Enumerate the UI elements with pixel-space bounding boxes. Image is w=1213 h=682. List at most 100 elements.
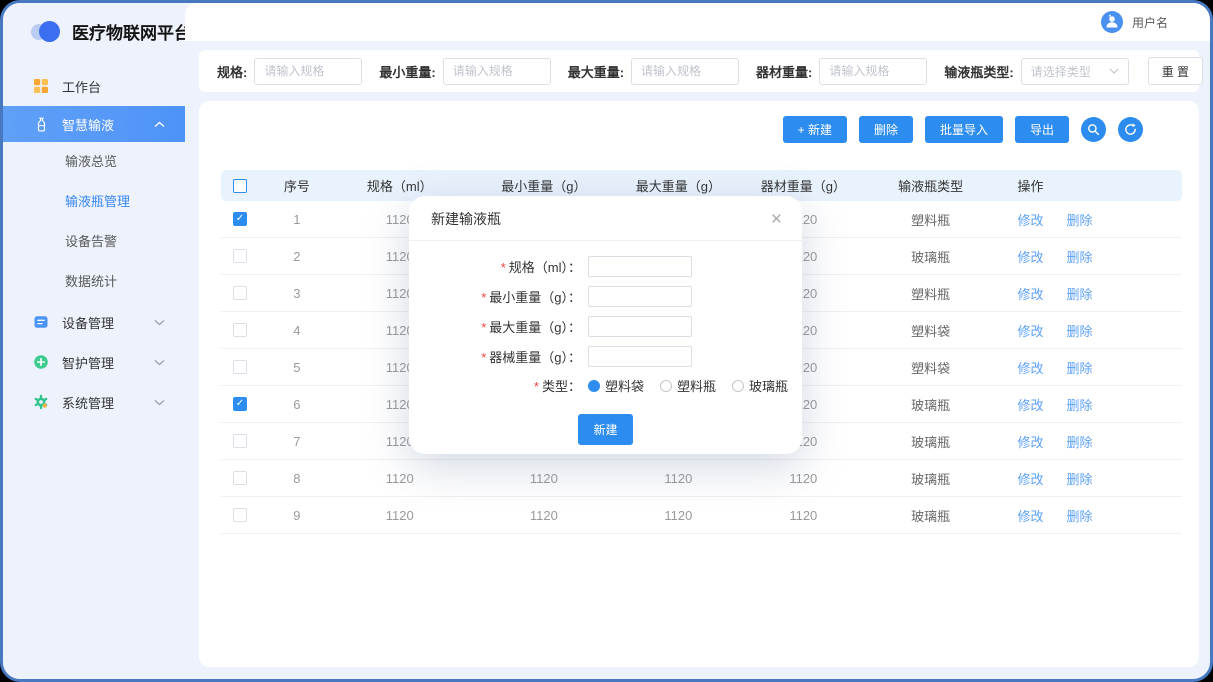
header-num: 序号 [266, 176, 328, 195]
cell-index: 2 [266, 249, 328, 264]
device-icon [33, 314, 49, 330]
close-icon[interactable]: × [771, 210, 782, 229]
modal-device-weight-input[interactable] [588, 346, 692, 367]
cell-bottle-type: 玻璃瓶 [866, 432, 996, 451]
modal-type-radio[interactable]: 玻璃瓶 [732, 376, 788, 395]
modal-submit-button[interactable]: 新建 [578, 414, 632, 445]
max-weight-input[interactable] [631, 58, 739, 85]
row-checkbox[interactable] [233, 323, 247, 337]
cell-index: 5 [266, 360, 328, 375]
edit-link[interactable]: 修改 [1018, 506, 1044, 525]
select-placeholder: 请选择类型 [1031, 63, 1091, 80]
row-checkbox[interactable] [233, 286, 247, 300]
required-marker: * [501, 260, 506, 275]
user-avatar-icon[interactable] [1101, 11, 1123, 33]
modal-field-label: *器械重量（g）： [409, 347, 581, 366]
sidebar-item-label: 系统管理 [62, 393, 114, 412]
row-checkbox[interactable] [233, 508, 247, 522]
edit-link[interactable]: 修改 [1018, 284, 1044, 303]
filter-field-spec: 规格: [217, 58, 362, 85]
modal-type-radios: 塑料袋 塑料瓶 玻璃瓶 [588, 376, 788, 395]
filter-label: 输液瓶类型: [944, 62, 1013, 81]
cell-index: 6 [266, 397, 328, 412]
sidebar-subitem-infusion-overview[interactable]: 输液总览 [3, 142, 185, 182]
row-checkbox[interactable] [233, 434, 247, 448]
reset-button[interactable]: 重 置 [1148, 57, 1203, 85]
care-plus-icon [33, 354, 49, 370]
row-checkbox[interactable] [233, 212, 247, 226]
required-marker: * [481, 320, 486, 335]
sidebar-item-label: 智护管理 [62, 353, 114, 372]
sidebar-item-system-management[interactable]: 系统管理 [3, 382, 185, 422]
delete-link[interactable]: 删除 [1067, 506, 1093, 525]
delete-button[interactable]: 删除 [859, 116, 913, 143]
radio-dot-icon [732, 380, 744, 392]
export-button[interactable]: 导出 [1015, 116, 1069, 143]
modal-spec-input[interactable] [588, 256, 692, 277]
sidebar-item-workbench[interactable]: 工作台 [3, 66, 185, 106]
spec-input[interactable] [254, 58, 362, 85]
radio-dot-icon [588, 380, 600, 392]
workbench-grid-icon [33, 78, 49, 94]
username-label[interactable]: 用户名 [1132, 14, 1168, 31]
delete-link[interactable]: 删除 [1067, 284, 1093, 303]
row-checkbox[interactable] [233, 397, 247, 411]
cell-bottle-type: 塑料瓶 [866, 210, 996, 229]
edit-link[interactable]: 修改 [1018, 210, 1044, 229]
sidebar: 医疗物联网平台 工作台 智慧输液 输液总览 输液瓶管理 设备告警 [3, 3, 185, 679]
modal-min-weight-input[interactable] [588, 286, 692, 307]
modal-type-radio[interactable]: 塑料瓶 [660, 376, 716, 395]
edit-link[interactable]: 修改 [1018, 395, 1044, 414]
delete-link[interactable]: 删除 [1067, 469, 1093, 488]
row-checkbox[interactable] [233, 471, 247, 485]
row-checkbox[interactable] [233, 249, 247, 263]
edit-link[interactable]: 修改 [1018, 469, 1044, 488]
batch-import-button[interactable]: 批量导入 [925, 116, 1003, 143]
delete-link[interactable]: 删除 [1067, 358, 1093, 377]
sidebar-item-label: 工作台 [62, 77, 101, 96]
header-op: 操作 [996, 176, 1182, 195]
delete-link[interactable]: 删除 [1067, 210, 1093, 229]
new-button[interactable]: + 新建 [783, 116, 847, 143]
modal-type-radio[interactable]: 塑料袋 [588, 376, 644, 395]
row-checkbox[interactable] [233, 360, 247, 374]
header-min: 最小重量（g） [472, 176, 616, 195]
cell-max-weight: 1120 [616, 471, 741, 486]
search-icon[interactable] [1081, 117, 1106, 142]
delete-link[interactable]: 删除 [1067, 247, 1093, 266]
edit-link[interactable]: 修改 [1018, 432, 1044, 451]
required-marker: * [534, 379, 539, 394]
sidebar-menu: 工作台 智慧输液 输液总览 输液瓶管理 设备告警 数据统计 设备管理 [3, 66, 185, 422]
refresh-icon[interactable] [1118, 117, 1143, 142]
filter-label: 器材重量: [756, 62, 812, 81]
edit-link[interactable]: 修改 [1018, 358, 1044, 377]
sidebar-item-care-management[interactable]: 智护管理 [3, 342, 185, 382]
sidebar-item-smart-infusion[interactable]: 智慧输液 [3, 106, 185, 142]
required-marker: * [481, 350, 486, 365]
edit-link[interactable]: 修改 [1018, 247, 1044, 266]
table-toolbar: + 新建 删除 批量导入 导出 [199, 116, 1199, 143]
sidebar-item-label: 设备管理 [62, 313, 114, 332]
cell-bottle-type: 塑料袋 [866, 358, 996, 377]
modal-field-label: *规格（ml）： [409, 257, 581, 276]
header-mat: 器材重量（g） [741, 176, 866, 195]
bottle-type-select[interactable]: 请选择类型 [1021, 58, 1129, 85]
topbar: 用户名 [185, 3, 1210, 41]
sidebar-item-device-management[interactable]: 设备管理 [3, 302, 185, 342]
modal-max-weight-input[interactable] [588, 316, 692, 337]
material-weight-input[interactable] [819, 58, 927, 85]
cell-bottle-type: 玻璃瓶 [866, 395, 996, 414]
delete-link[interactable]: 删除 [1067, 395, 1093, 414]
modal-field-label: *最大重量（g）： [409, 317, 581, 336]
sidebar-subitem-device-alarm[interactable]: 设备告警 [3, 222, 185, 262]
sidebar-subitem-data-statistics[interactable]: 数据统计 [3, 262, 185, 302]
modal-type-label: *类型： [409, 376, 581, 395]
min-weight-input[interactable] [443, 58, 551, 85]
select-all-checkbox[interactable] [233, 179, 247, 193]
delete-link[interactable]: 删除 [1067, 321, 1093, 340]
delete-link[interactable]: 删除 [1067, 432, 1093, 451]
cell-spec: 1120 [328, 508, 472, 523]
sidebar-subitem-bottle-management[interactable]: 输液瓶管理 [3, 182, 185, 222]
filter-label: 最大重量: [568, 62, 624, 81]
edit-link[interactable]: 修改 [1018, 321, 1044, 340]
